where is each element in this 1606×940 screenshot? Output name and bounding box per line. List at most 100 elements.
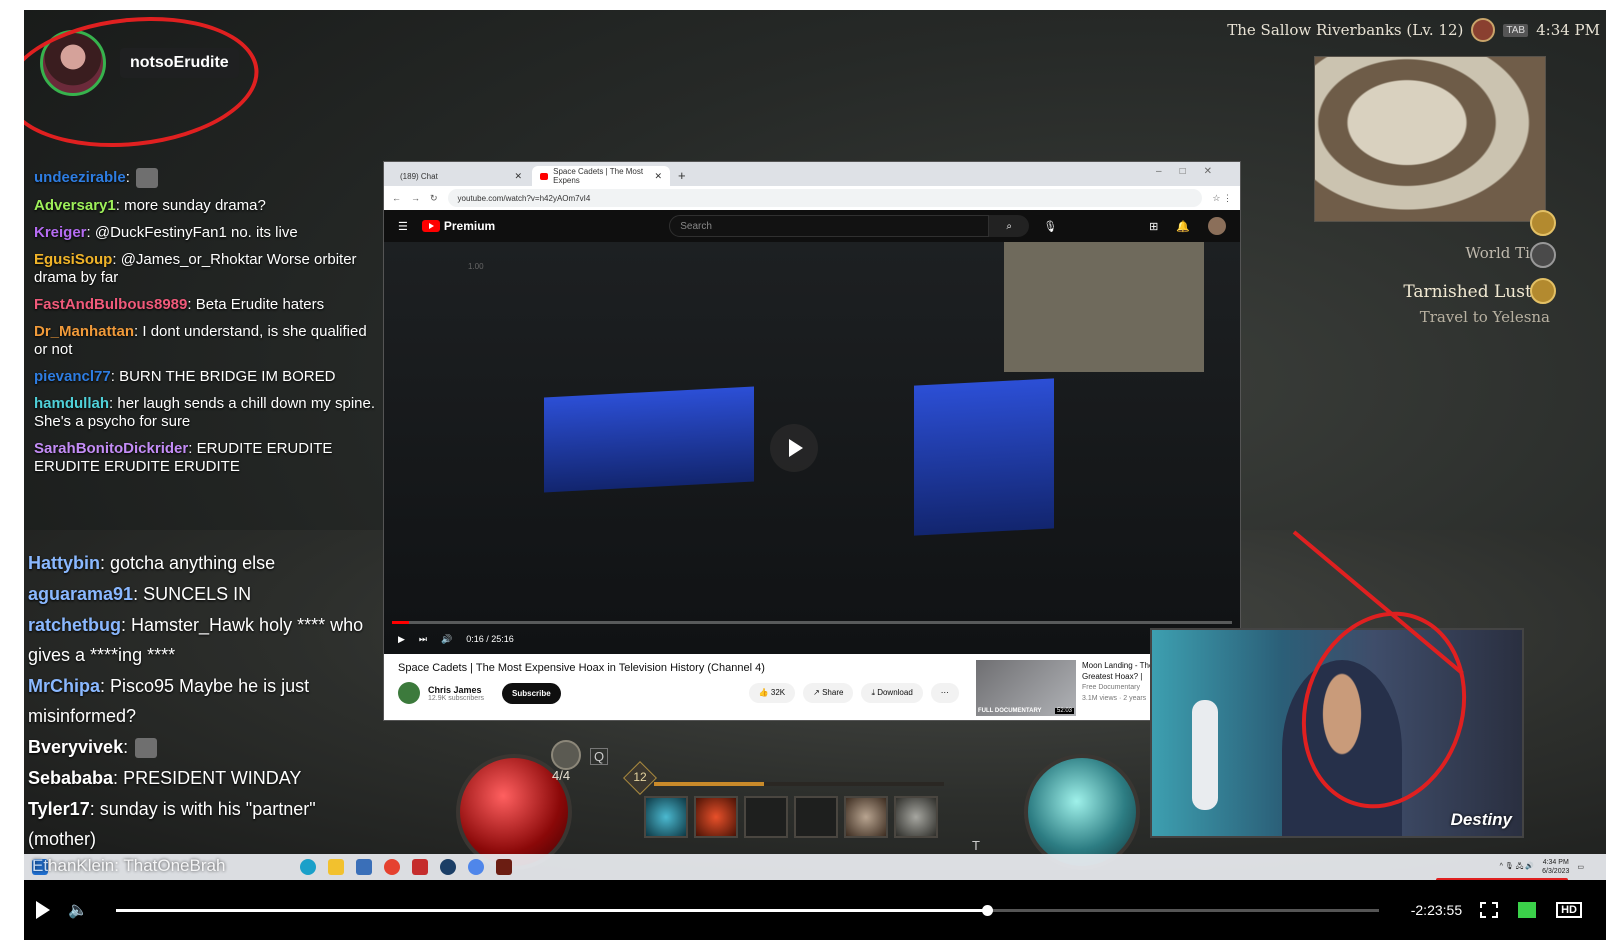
fullscreen-icon[interactable] — [1480, 902, 1499, 918]
chat-username[interactable]: ratchetbug — [28, 615, 121, 635]
chat-text: more sunday drama? — [124, 197, 266, 214]
video-volume-icon[interactable]: 🔊 — [441, 634, 452, 645]
chat-username[interactable]: Dr_Manhattan — [34, 323, 134, 340]
chat-username[interactable]: Adversary1 — [34, 197, 116, 214]
browser-tab-chat[interactable]: (189) Chat ✕ — [392, 166, 530, 186]
chat-username[interactable]: Bveryvivek — [28, 737, 123, 757]
chat-username[interactable]: FastAndBulbous8989 — [34, 296, 187, 313]
recommended-badge: FULL DOCUMENTARY — [978, 708, 1042, 714]
edge-icon[interactable] — [300, 859, 316, 875]
chat-username[interactable]: EgusiSoup — [34, 251, 112, 268]
more-actions-icon[interactable]: ⋯ — [930, 683, 959, 703]
skill-bar — [644, 796, 938, 838]
recommended-thumbnail[interactable]: FULL DOCUMENTARY 52:03 — [976, 660, 1076, 716]
quest-objective: Travel to Yelesna — [1419, 308, 1550, 326]
player-level: 12 — [633, 770, 647, 784]
extensions-icon[interactable]: ☆ ⋮ — [1212, 193, 1232, 204]
forward-icon[interactable]: → — [411, 193, 420, 203]
reload-icon[interactable]: ↻ — [430, 193, 438, 204]
seek-bar[interactable] — [115, 904, 1379, 916]
store-icon[interactable] — [356, 859, 372, 875]
minimap — [1314, 56, 1546, 222]
play-icon[interactable] — [36, 901, 50, 919]
chat-message: EgusiSoup: @James_or_Rhoktar Worse orbit… — [34, 251, 357, 286]
chat-username[interactable]: MrChipa — [28, 676, 100, 696]
youtube-search-input[interactable]: Search — [669, 215, 990, 237]
tray-icons[interactable]: ^ 🎙 🖧 🔊 — [1500, 862, 1535, 873]
video-scene-screen-left — [544, 386, 754, 493]
search-icon[interactable]: ⌕ — [989, 215, 1030, 237]
steam-icon[interactable] — [440, 859, 456, 875]
like-button[interactable]: 👍 32K — [748, 683, 796, 703]
explorer-icon[interactable] — [328, 859, 344, 875]
subscribe-button[interactable]: Subscribe — [502, 682, 561, 704]
menu-icon[interactable]: ☰ — [398, 220, 408, 233]
youtube-video-player[interactable]: 1.00 ▶ ⏭ 🔊 0:16 / 25:16 ⚙ — [384, 242, 1240, 654]
chat-username[interactable]: SarahBonitoDickrider — [34, 440, 188, 457]
seek-handle[interactable] — [982, 904, 994, 916]
video-play-icon[interactable]: ▶ — [398, 634, 405, 645]
notifications-icon[interactable]: 🔔 — [1176, 220, 1190, 233]
browser-window: (189) Chat ✕ Space Cadets | The Most Expe… — [383, 161, 1241, 721]
chat-message: ratchetbug: Hamster_Hawk holy **** who g… — [28, 615, 364, 665]
chat-message: hamdullah: her laugh sends a chill down … — [34, 395, 376, 430]
video-next-icon[interactable]: ⏭ — [419, 634, 427, 645]
chat-message: pievancl77: BURN THE BRIDGE IM BORED — [34, 368, 336, 385]
video-play-button[interactable] — [770, 424, 818, 472]
zone-header: The Sallow Riverbanks (Lv. 12) TAB 4:34 … — [1227, 18, 1600, 42]
chrome-profile-icon[interactable] — [468, 859, 484, 875]
youtube-favicon-icon — [540, 172, 549, 180]
chat-message: Adversary1: more sunday drama? — [34, 197, 266, 214]
destiny-logo: Destiny — [1450, 810, 1512, 829]
youtube-logo[interactable]: Premium — [421, 219, 495, 233]
browser-tab-youtube[interactable]: Space Cadets | The Most Expens ✕ — [532, 166, 670, 186]
zone-emblem-icon — [1471, 18, 1496, 42]
notification-icon[interactable]: ▭ — [1577, 863, 1584, 871]
video-controls: ▶ ⏭ 🔊 0:16 / 25:16 ⚙ — [384, 624, 1240, 654]
app-icon[interactable] — [412, 859, 428, 875]
skill-slot-3 — [744, 796, 788, 838]
mic-icon[interactable]: 🎙 — [1043, 220, 1057, 233]
potion-icon — [551, 740, 581, 770]
tray-clock[interactable]: 4:34 PM 6/3/2023 — [1542, 858, 1569, 876]
chat-username[interactable]: Sebababa — [28, 768, 113, 788]
minimap-waypoint-icon — [1530, 210, 1556, 236]
quest-icon — [1530, 278, 1556, 304]
skill-slot-5-icon — [844, 796, 888, 838]
channel-avatar[interactable] — [398, 682, 420, 704]
window-controls[interactable]: –□✕ — [1156, 166, 1230, 177]
chat-username[interactable]: hamdullah — [34, 395, 109, 412]
volume-icon[interactable]: 🔈 — [68, 900, 88, 920]
recommended-video[interactable]: FULL DOCUMENTARY 52:03 Moon Landing - Th… — [976, 660, 1162, 716]
chrome-icon[interactable] — [384, 859, 400, 875]
chat-text: BURN THE BRIDGE IM BORED — [119, 368, 336, 385]
video-watermark: 1.00 — [468, 262, 484, 271]
download-button[interactable]: ⤓ Download — [861, 683, 923, 703]
skill-slot-6-icon — [894, 796, 938, 838]
chat-message: Kreiger: @DuckFestinyFan1 no. its live — [34, 224, 298, 241]
close-tab-icon[interactable]: ✕ — [514, 171, 522, 182]
quality-hd-badge[interactable]: HD — [1556, 902, 1582, 918]
url-field[interactable]: youtube.com/watch?v=h42yAOm7vI4 — [447, 189, 1203, 207]
chat-username[interactable]: undeezirable — [34, 169, 126, 186]
back-icon[interactable]: ← — [392, 193, 401, 203]
channel-name[interactable]: Chris James — [428, 685, 484, 695]
emote-icon — [136, 168, 159, 188]
chat-message: Bveryvivek: — [28, 732, 378, 762]
webcam-guitar — [1192, 700, 1218, 810]
chat-username[interactable]: Kreiger — [34, 224, 87, 241]
close-tab-icon[interactable]: ✕ — [654, 171, 662, 182]
account-avatar[interactable] — [1208, 217, 1226, 235]
new-tab-icon[interactable]: + — [678, 168, 686, 183]
theater-mode-icon[interactable] — [1518, 902, 1537, 918]
video-scene-screen-right — [914, 378, 1054, 536]
game-clock: 4:34 PM — [1536, 21, 1600, 39]
chat-username[interactable]: aguarama91 — [28, 584, 133, 604]
chat-message: MrChipa: Pisco95 Maybe he is just misinf… — [28, 676, 310, 726]
chat-username[interactable]: Tyler17 — [28, 799, 90, 819]
chat-username[interactable]: Hattybin — [28, 553, 100, 573]
chat-username[interactable]: pievancl77 — [34, 368, 111, 385]
share-button[interactable]: ↗ Share — [803, 683, 854, 703]
create-icon[interactable]: ⊞ — [1149, 220, 1158, 233]
diablo-icon[interactable] — [496, 859, 512, 875]
